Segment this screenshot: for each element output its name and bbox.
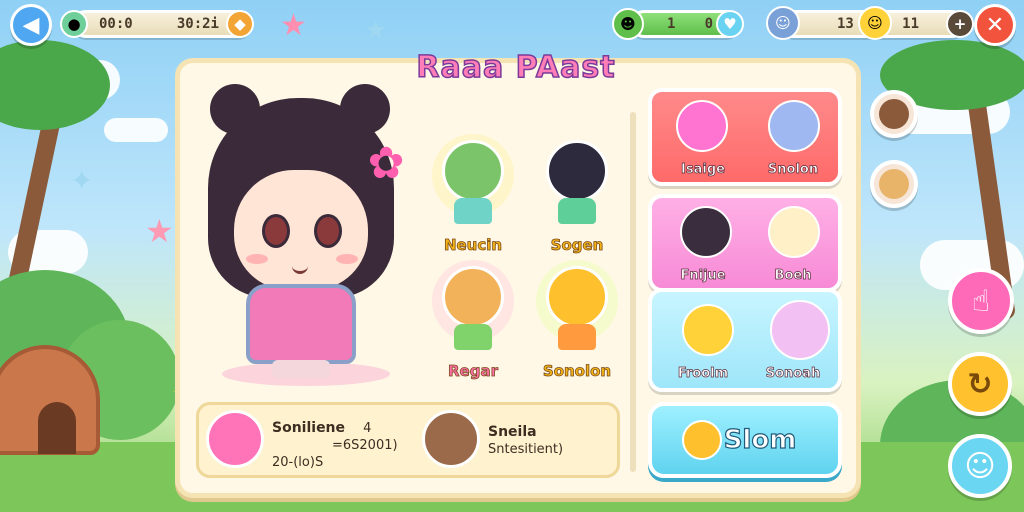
flower-icon: ✿ [367, 138, 405, 189]
girl-face-icon [879, 99, 909, 129]
dark-hair-character-icon [680, 206, 732, 258]
character-card-neucin[interactable]: Neucin [420, 134, 520, 270]
left-info-line2: =6S2001) [332, 438, 398, 453]
close-icon: ✕ [985, 12, 1005, 38]
pink-cat-character-icon [770, 300, 830, 360]
tile-label-right: Sonoah [765, 366, 821, 382]
character-body [558, 198, 596, 224]
black-cat-character-icon [546, 140, 608, 202]
hero-blush [246, 254, 268, 264]
score-right-value: 0 [704, 16, 713, 32]
cream-pup-character-icon [768, 206, 820, 258]
right-info-name: Sneila [488, 424, 537, 440]
yellow-action-button[interactable]: ↻ [948, 352, 1012, 416]
level-right-value: 11 [902, 16, 919, 32]
tile-label-left: Isaige [681, 162, 726, 178]
cloud [104, 118, 168, 142]
left-info-name: Soniliene [272, 420, 346, 436]
character-card-regar[interactable]: Regar [420, 260, 520, 396]
left-info-line3: 20-(lo)S [272, 455, 324, 470]
close-button[interactable]: ✕ [974, 4, 1016, 46]
hero-body [246, 284, 356, 364]
character-body [558, 324, 596, 350]
tile-label-right: Boeh [774, 268, 812, 284]
page-title: Raaa PAast [416, 49, 616, 86]
blue-hair-character-icon [768, 100, 820, 152]
team-tile-2[interactable]: Fnijue Boeh [648, 194, 842, 292]
slom-button-label: Slom [723, 424, 797, 455]
team-tile-1[interactable]: Isaige Snolon [648, 88, 842, 186]
yellow-blob-character-icon [682, 304, 734, 356]
penguin-icon: ☺ [766, 6, 800, 40]
dog-face-icon [879, 169, 909, 199]
arrow-left-icon: ◀ [22, 12, 40, 38]
character-card-sonolon[interactable]: Sonolon [524, 260, 624, 396]
character-body [454, 198, 492, 224]
smiley-icon: ☺ [858, 6, 892, 40]
blue-action-button[interactable]: ☺ [948, 434, 1012, 498]
hero-legs [272, 360, 330, 378]
bear-avatar-icon[interactable] [422, 410, 480, 468]
tile-label-left: Froolm [677, 366, 729, 382]
right-info-line2: Sntesitient) [488, 442, 564, 457]
timer-right-value: 30:2i [176, 16, 219, 32]
back-button[interactable]: ◀ [10, 4, 52, 46]
pink-hair-character-icon [676, 100, 728, 152]
bear-girl-character-icon[interactable]: ✿ [180, 78, 420, 388]
score-left-value: 1 [667, 16, 676, 32]
team-tile-3[interactable]: Froolm Sonoah [648, 288, 842, 392]
yellow-monster-icon [682, 420, 722, 460]
hero-eye [262, 214, 290, 248]
star-icon: ★ [145, 212, 174, 250]
green-hair-character-icon [442, 140, 504, 202]
plus-icon: + [946, 10, 974, 38]
character-name: Regar [448, 362, 499, 381]
hand-icon: ☝ [971, 283, 991, 319]
hero-eye [314, 214, 342, 248]
level-left-value: 13 [837, 16, 854, 32]
right-info: Sneila Sntesitient) [488, 424, 563, 458]
character-name: Sogen [550, 236, 604, 255]
ghost-icon: ☺ [964, 448, 996, 484]
foliage [0, 40, 110, 130]
star-icon: ✦ [70, 164, 94, 197]
hero-blush [336, 254, 358, 264]
girl-profile-button[interactable] [870, 90, 918, 138]
heart-icon: ♥ [716, 10, 744, 38]
gem-icon: ◆ [226, 10, 254, 38]
pink-cat-avatar-icon[interactable] [206, 410, 264, 468]
yellow-blob-character-icon [546, 266, 608, 328]
left-info: Soniliene 4 =6S2001) 20-(lo)S [272, 420, 398, 471]
dog-profile-button[interactable] [870, 160, 918, 208]
tile-label-right: Snolon [767, 162, 819, 178]
refresh-icon: ↻ [967, 366, 993, 402]
left-info-stat: 4 [363, 421, 372, 436]
house-door [38, 402, 76, 454]
frog-icon: ☻ [612, 8, 644, 40]
character-body [454, 324, 492, 350]
timer-pill: 00:0 30:2i [72, 10, 252, 38]
character-name: Neucin [443, 236, 503, 255]
fox-girl-character-icon [442, 266, 504, 328]
panel-divider [630, 112, 636, 472]
pink-action-button[interactable]: ☝ [948, 268, 1014, 334]
timer-left-value: 00:0 [99, 16, 133, 32]
character-card-sogen[interactable]: Sogen [524, 140, 624, 270]
globe-icon: ● [60, 10, 88, 38]
slom-button[interactable]: Slom [648, 402, 842, 478]
character-name: Sonolon [542, 362, 612, 381]
tile-label-left: Fnijue [680, 268, 726, 284]
